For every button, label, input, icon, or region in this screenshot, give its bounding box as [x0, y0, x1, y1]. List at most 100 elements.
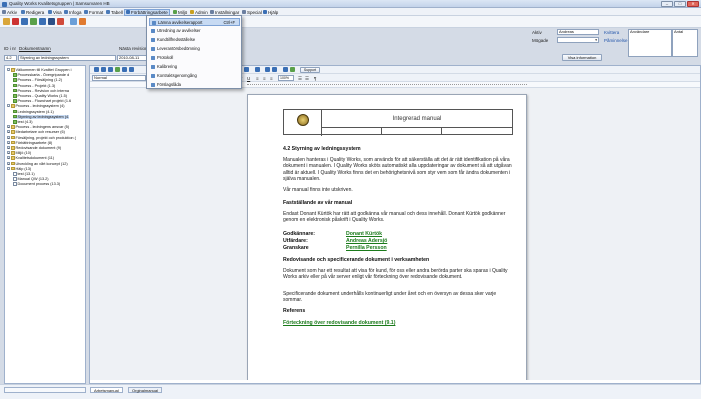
menu-visa[interactable]: Visa	[48, 10, 62, 15]
dropdown-item[interactable]: Kontraktsgenomgång	[149, 72, 240, 80]
menu-installningar[interactable]: Inställningar	[210, 10, 239, 15]
issuer-link[interactable]: Andreas Adersjö	[346, 238, 387, 244]
maximize-button[interactable]: □	[674, 1, 686, 7]
paste-icon[interactable]	[115, 67, 120, 72]
dropdown-item[interactable]: Förslagslåda	[149, 81, 240, 89]
expand-icon[interactable]: +	[7, 161, 10, 165]
find-icon[interactable]	[272, 67, 277, 72]
tree-item[interactable]: test (4.3)	[13, 120, 32, 124]
tree-item[interactable]: + Miljö (10)	[7, 151, 31, 155]
menu-special[interactable]: Special	[242, 10, 262, 15]
tree-item[interactable]: - Hälp (13)	[7, 166, 31, 171]
tree-item[interactable]: test (13.1)	[13, 172, 35, 176]
tree-item[interactable]: Manual QW (13.2)	[13, 177, 49, 181]
expand-icon[interactable]: +	[7, 135, 10, 139]
menu-infoga[interactable]: Infoga	[64, 10, 82, 15]
numbering-icon[interactable]: ☰	[305, 76, 309, 82]
tree-scrollbar[interactable]	[4, 387, 86, 393]
underline-button[interactable]: U	[247, 76, 250, 81]
open-icon[interactable]	[101, 67, 106, 72]
tree-item[interactable]: Processkarta - Övergripande d	[13, 73, 69, 77]
pilcrow-icon[interactable]: ¶	[314, 76, 316, 81]
refresh-icon[interactable]	[30, 18, 37, 25]
align-left-icon[interactable]: ≡	[256, 76, 259, 81]
tree-item[interactable]: + Utveckling av vårt koncept (12)	[7, 161, 68, 166]
style-select[interactable]: Normal	[92, 75, 146, 81]
approver-link[interactable]: Donant Kürtök	[346, 231, 382, 237]
dropdown-item[interactable]: Protokoll	[149, 54, 240, 62]
mogade-select[interactable]: ▾	[557, 37, 599, 43]
document-name-field[interactable]: Styrning av ledningssystem	[18, 55, 116, 61]
tree-item[interactable]: + Försäljning, projekt och produktion (	[7, 135, 76, 140]
collapse-icon[interactable]: -	[7, 68, 10, 72]
expand-icon[interactable]: +	[7, 140, 10, 144]
expand-icon[interactable]: +	[7, 151, 10, 155]
dropdown-item[interactable]: Leverantörsbedömning	[149, 45, 240, 53]
new-doc-icon[interactable]	[94, 67, 99, 72]
expand-icon[interactable]: +	[7, 125, 10, 129]
users-list[interactable]: Användare	[628, 29, 672, 57]
cut-icon[interactable]	[108, 67, 113, 72]
redo-icon[interactable]	[129, 67, 134, 72]
spellcheck-icon[interactable]	[283, 67, 288, 72]
tree-item[interactable]: Process - Försäljning (1.2)	[13, 78, 62, 82]
tree-item[interactable]: + Process - ledningens ansvar (5)	[7, 125, 69, 129]
export-icon[interactable]	[79, 18, 86, 25]
tree-item[interactable]: + Medarbetare och resurser (6)	[7, 130, 65, 134]
tree-item[interactable]: Styrning av ledningssystem (4.	[13, 114, 70, 120]
search-icon[interactable]	[48, 18, 55, 25]
undo-icon[interactable]	[122, 67, 127, 72]
expand-icon[interactable]: +	[7, 130, 10, 134]
zoom-select[interactable]: 100%	[278, 75, 294, 81]
home-icon[interactable]	[3, 18, 10, 25]
expand-icon[interactable]: +	[7, 146, 10, 150]
count-list[interactable]: Antal	[672, 29, 698, 57]
support-button[interactable]: Support	[300, 66, 320, 73]
tree-item[interactable]: Ledningssystem (4.1)	[13, 109, 54, 114]
tree-item[interactable]: Document process (13.3)	[13, 182, 60, 186]
menu-miljo[interactable]: Miljö	[173, 10, 187, 15]
tree-item[interactable]: + Redovisande dokument (9)	[7, 146, 61, 150]
tree-item[interactable]: Process - Quality Works (1.5)	[13, 94, 67, 98]
tree-item[interactable]: + Förbättringsarbete (8)	[7, 140, 52, 145]
print-icon[interactable]	[39, 18, 46, 25]
reference-link[interactable]: Förteckning över redovisande dokument (9…	[283, 320, 395, 326]
collapse-icon[interactable]: -	[7, 166, 10, 170]
id-field[interactable]: 4.2	[4, 55, 17, 61]
dropdown-item[interactable]: Lämna avvikelserapport Ctrl+F	[149, 18, 240, 26]
delete-icon[interactable]	[57, 18, 64, 25]
dropdown-item[interactable]: Utredning av avvikelser	[149, 27, 240, 35]
tree-item[interactable]: Process - Projekt (1.3)	[13, 83, 55, 88]
reviewer-link[interactable]: Pernilla Persson	[346, 245, 387, 251]
tree-item[interactable]: - Process - ledningssystem (4)	[7, 104, 64, 108]
tree-item[interactable]: + Kvalitetsdokument (11)	[7, 156, 54, 160]
close-button[interactable]: ✕	[687, 1, 699, 7]
check-icon[interactable]	[290, 67, 295, 72]
dropdown-item[interactable]: Kundtillfredsställelse	[149, 36, 240, 44]
tab-orginalmanual[interactable]: Orginalmanual	[128, 387, 163, 393]
copy-icon[interactable]	[70, 18, 77, 25]
aktiv-field[interactable]: Andreas	[557, 29, 599, 35]
menu-hjalp[interactable]: Hjälp	[263, 10, 278, 15]
menu-admin[interactable]: Admin	[190, 10, 208, 15]
menu-redigera[interactable]: Redigera	[21, 10, 44, 15]
tree-item[interactable]: Process - Flowchart projekt (1.6	[13, 99, 71, 103]
link-icon[interactable]	[244, 67, 249, 72]
tree-item[interactable]: Process - Revision och interna	[13, 88, 69, 93]
menu-format[interactable]: Format	[84, 10, 103, 15]
stop-icon[interactable]	[12, 18, 19, 25]
dropdown-item[interactable]: Kalibrering	[149, 63, 240, 71]
expand-icon[interactable]: +	[7, 156, 10, 160]
cell-icon[interactable]	[255, 67, 260, 72]
bullets-icon[interactable]: ☰	[298, 76, 302, 82]
next-revision-field[interactable]: 2010-08-11	[117, 55, 147, 61]
save-icon[interactable]	[21, 18, 28, 25]
tree-item[interactable]: - Välkommen till Kvalitet Gruppen i	[7, 68, 71, 72]
tab-arbetsmanual[interactable]: Arbetsmanual	[90, 387, 123, 393]
menu-tabell[interactable]: Tabell	[106, 10, 123, 15]
show-info-button[interactable]: Visa information	[562, 54, 602, 61]
collapse-icon[interactable]: -	[7, 104, 10, 108]
menu-arkiv[interactable]: Arkiv	[2, 10, 17, 15]
align-right-icon[interactable]: ≡	[270, 76, 273, 81]
align-center-icon[interactable]: ≡	[263, 76, 266, 81]
